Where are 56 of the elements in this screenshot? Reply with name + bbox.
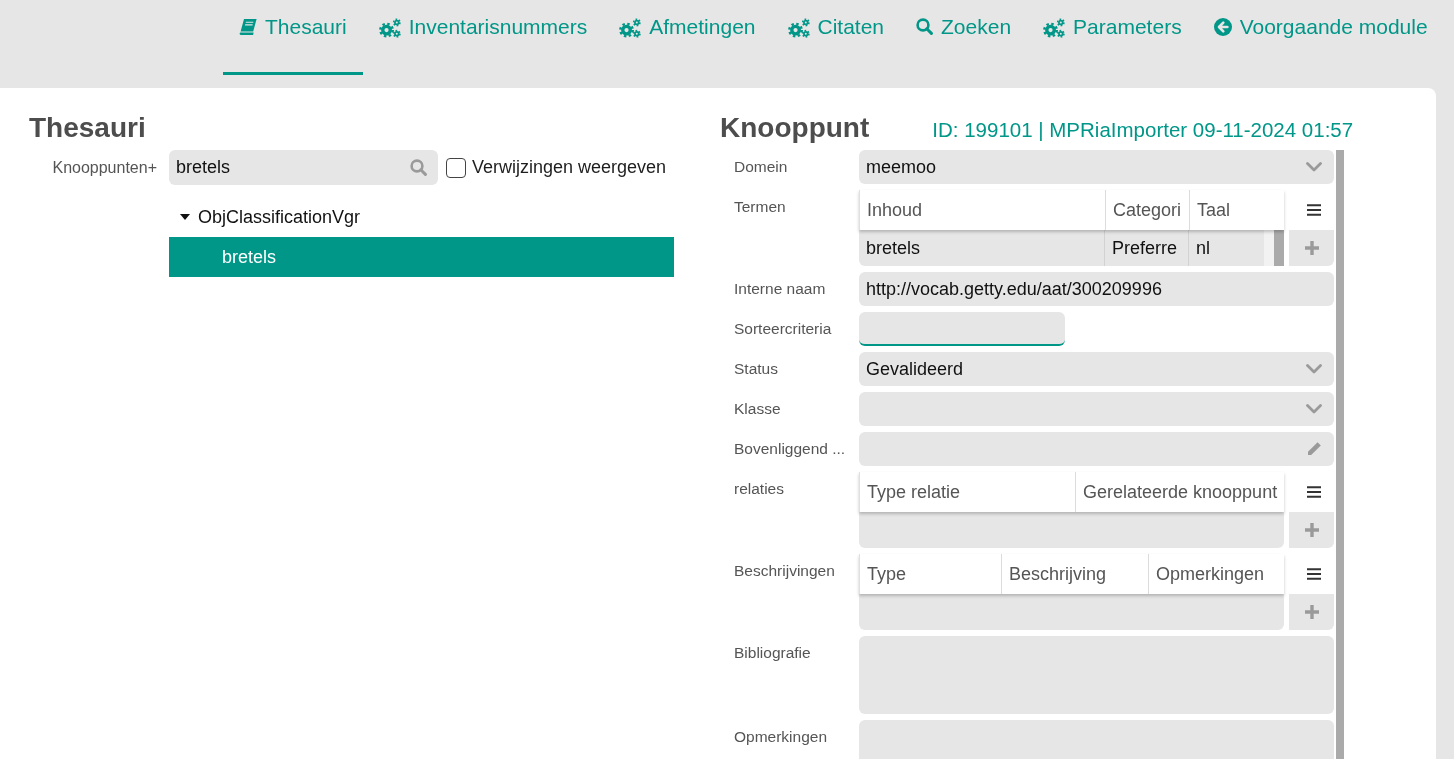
search-field[interactable]: bretels: [169, 150, 438, 185]
field-label: Klasse: [733, 399, 782, 419]
gears-icon: [619, 18, 642, 38]
column-header[interactable]: Gerelateerde knooppunt: [1076, 472, 1284, 512]
field-label: Domein: [733, 157, 789, 177]
menu-icon[interactable]: [1307, 486, 1321, 498]
field-label: Beschrijvingen: [733, 561, 836, 581]
field-label: Sorteercriteria: [733, 319, 833, 339]
field-label: Opmerkingen: [733, 727, 829, 747]
column-header[interactable]: Taal: [1190, 190, 1284, 230]
chevron-down-icon: [1306, 404, 1322, 414]
column-header[interactable]: Opmerkingen: [1149, 554, 1284, 594]
record-info: ID: 199101 | MPRiaImporter 09-11-2024 01:57: [932, 118, 1354, 142]
field-label: Bovenliggend ...: [733, 439, 847, 459]
select-field[interactable]: [859, 392, 1334, 426]
gears-icon: [787, 18, 810, 38]
field-label: Interne naam: [733, 279, 827, 299]
search-icon: [916, 18, 934, 35]
scroll-bar[interactable]: [1264, 230, 1284, 266]
plus-icon: [1304, 523, 1319, 537]
select-field[interactable]: meemoo: [859, 150, 1334, 184]
text-field[interactable]: [859, 312, 1065, 346]
checkbox[interactable]: [446, 157, 466, 178]
menu-icon[interactable]: [1307, 568, 1321, 580]
select-field[interactable]: Gevalideerd: [859, 352, 1334, 386]
gears-icon: [378, 18, 401, 38]
book-icon: [239, 18, 257, 36]
add-button[interactable]: [1289, 594, 1334, 630]
add-button[interactable]: [1289, 230, 1334, 266]
search-icon[interactable]: [410, 159, 427, 176]
caret-icon[interactable]: [180, 214, 190, 220]
pencil-icon[interactable]: [1306, 441, 1322, 457]
lookup-field[interactable]: [859, 432, 1334, 466]
panel-title: Thesauri: [29, 111, 147, 145]
plus-icon: [1304, 241, 1319, 255]
field-label: relaties: [733, 479, 785, 499]
gears-icon: [1043, 18, 1066, 38]
field-label: Bibliografie: [733, 643, 812, 663]
panel-title: Knooppunt: [720, 111, 870, 145]
chevron-down-icon: [1306, 162, 1322, 172]
text-field[interactable]: http://vocab.getty.edu/aat/300209996: [859, 272, 1334, 306]
table-cell: Preferre: [1105, 230, 1189, 266]
checkbox-label[interactable]: Verwijzingen weergeven: [472, 157, 667, 178]
table-cell: bretels: [859, 230, 1105, 266]
field-label: Knooppunten+: [51, 158, 158, 177]
chevron-down-icon: [1306, 364, 1322, 374]
scroll-bar[interactable]: [1336, 150, 1344, 759]
field-label: Termen: [733, 197, 787, 217]
add-button[interactable]: [1289, 512, 1334, 548]
tree-item[interactable]: ObjClassificationVgr: [169, 197, 674, 237]
plus-icon: [1304, 605, 1319, 619]
menu-icon[interactable]: [1307, 204, 1321, 216]
arrow-circle-icon: [1213, 18, 1232, 36]
tree-item[interactable]: bretels: [169, 237, 674, 277]
field-label: Status: [733, 359, 779, 379]
table-cell-text: nl: [1195, 237, 1211, 260]
